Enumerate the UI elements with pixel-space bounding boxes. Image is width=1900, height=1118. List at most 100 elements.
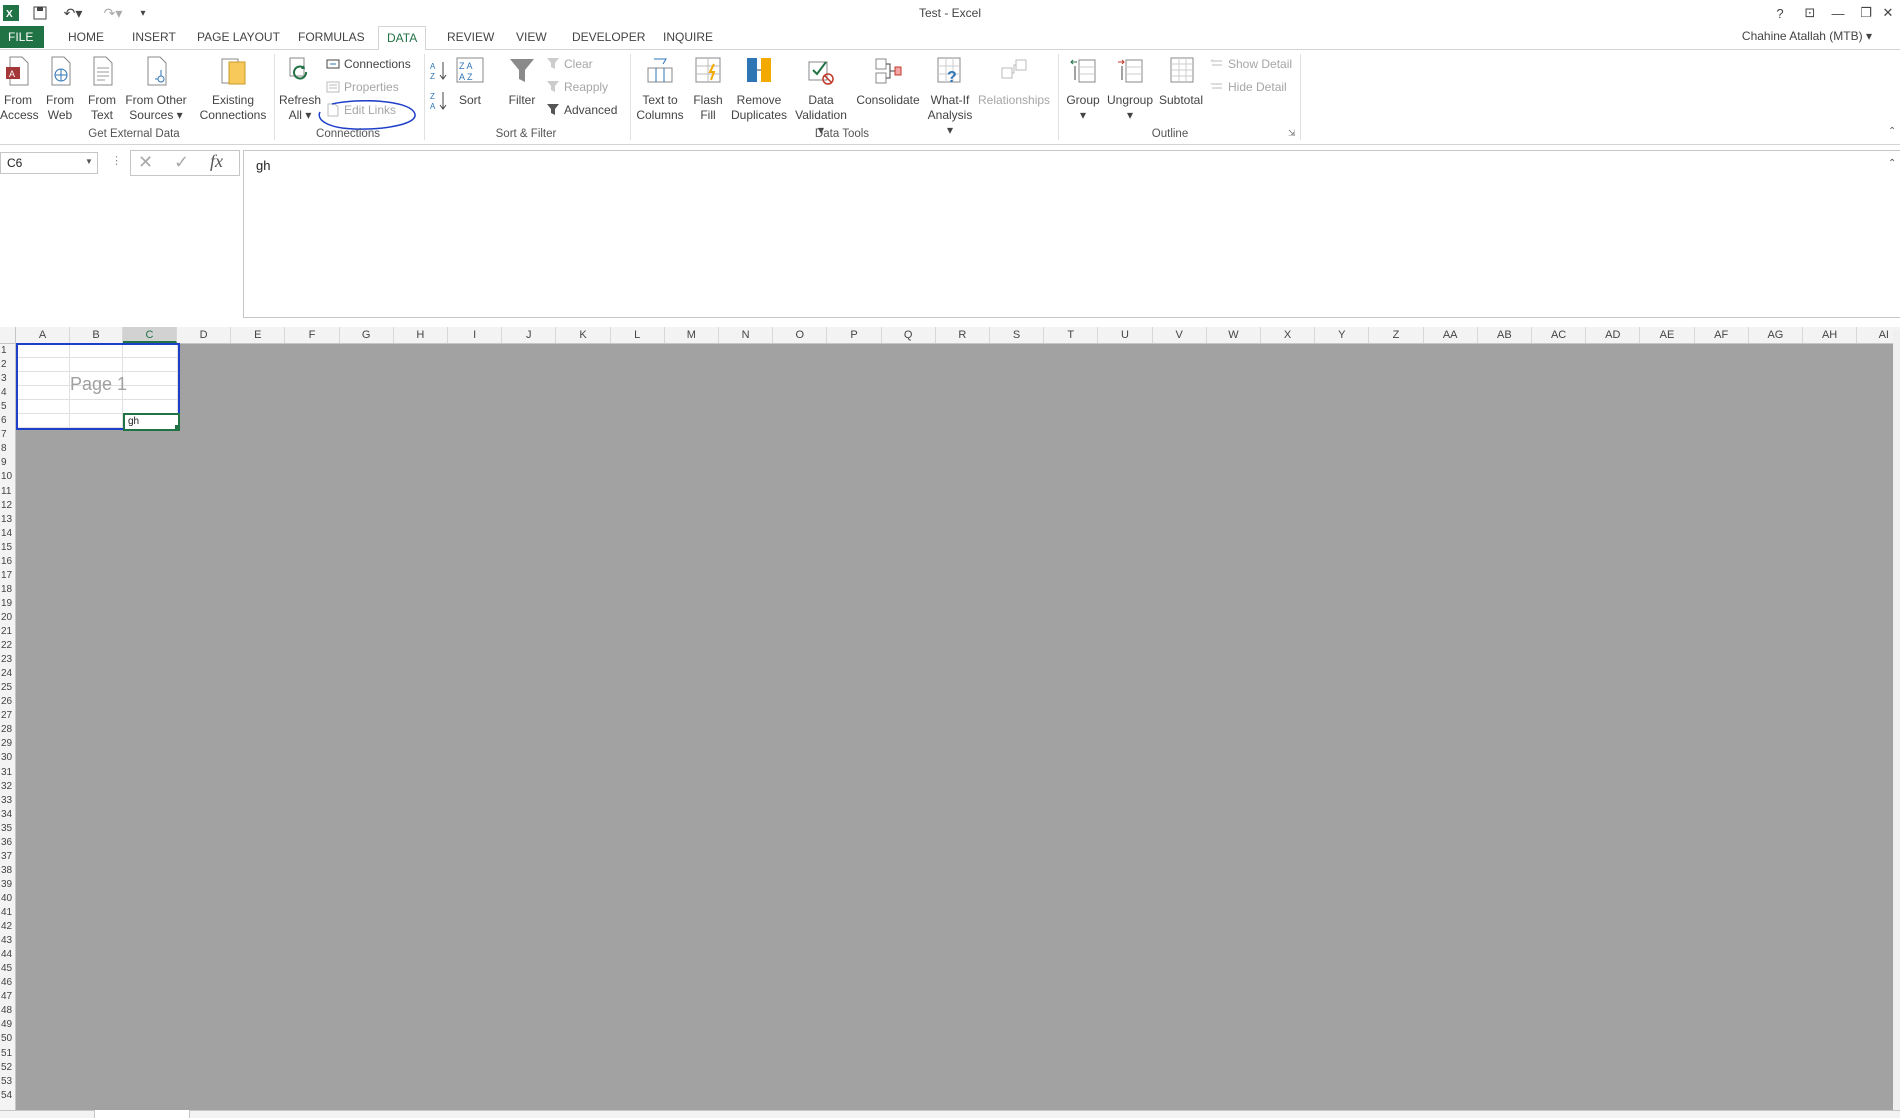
row-header-35[interactable]: 35	[0, 822, 15, 836]
show-detail-button[interactable]: + Show Detail	[1210, 54, 1292, 74]
column-header-af[interactable]: AF	[1695, 327, 1749, 343]
column-header-j[interactable]: J	[502, 327, 557, 343]
outline-dialog-launcher-icon[interactable]: ⇲	[1288, 128, 1296, 139]
column-header-p[interactable]: P	[827, 327, 882, 343]
row-header-48[interactable]: 48	[0, 1004, 15, 1018]
from-text-button[interactable]: From Text	[84, 56, 120, 123]
select-all-corner[interactable]	[0, 327, 16, 343]
tab-page-layout[interactable]: PAGE LAYOUT	[189, 26, 288, 48]
sort-button[interactable]: Z AA Z Sort	[452, 56, 488, 108]
row-header-9[interactable]: 9	[0, 456, 15, 470]
from-access-button[interactable]: A From Access	[0, 56, 39, 123]
row-header-23[interactable]: 23	[0, 653, 15, 667]
row-header-4[interactable]: 4	[0, 386, 15, 400]
column-header-a[interactable]: A	[16, 327, 70, 343]
existing-connections-button[interactable]: Existing Connections	[198, 56, 268, 123]
confirm-entry-icon[interactable]: ✓	[174, 152, 189, 173]
column-header-w[interactable]: W	[1207, 327, 1261, 343]
row-header-16[interactable]: 16	[0, 555, 15, 569]
subtotal-button[interactable]: Subtotal	[1156, 56, 1206, 108]
row-header-2[interactable]: 2	[0, 358, 15, 372]
row-header-21[interactable]: 21	[0, 625, 15, 639]
column-header-f[interactable]: F	[285, 327, 340, 343]
from-other-sources-button[interactable]: From Other Sources ▾	[124, 56, 188, 123]
column-header-n[interactable]: N	[719, 327, 774, 343]
row-header-24[interactable]: 24	[0, 667, 15, 681]
row-header-39[interactable]: 39	[0, 878, 15, 892]
row-header-17[interactable]: 17	[0, 569, 15, 583]
column-header-k[interactable]: K	[556, 327, 611, 343]
row-header-8[interactable]: 8	[0, 442, 15, 456]
column-header-s[interactable]: S	[990, 327, 1045, 343]
column-header-ac[interactable]: AC	[1532, 327, 1587, 343]
row-header-41[interactable]: 41	[0, 906, 15, 920]
column-header-ah[interactable]: AH	[1803, 327, 1858, 343]
column-header-d[interactable]: D	[177, 327, 232, 343]
column-header-r[interactable]: R	[936, 327, 990, 343]
ribbon-display-options-icon[interactable]: ⊡	[1796, 2, 1824, 24]
row-header-34[interactable]: 34	[0, 808, 15, 822]
row-header-36[interactable]: 36	[0, 836, 15, 850]
row-header-15[interactable]: 15	[0, 541, 15, 555]
column-header-t[interactable]: T	[1044, 327, 1099, 343]
column-header-v[interactable]: V	[1153, 327, 1207, 343]
what-if-analysis-button[interactable]: ? What-If Analysis ▾	[926, 56, 974, 138]
row-header-42[interactable]: 42	[0, 920, 15, 934]
column-header-ag[interactable]: AG	[1749, 327, 1803, 343]
tab-inquire[interactable]: INQUIRE	[655, 26, 721, 48]
row-header-6[interactable]: 6	[0, 414, 15, 428]
tab-review[interactable]: REVIEW	[439, 26, 502, 48]
row-header-49[interactable]: 49	[0, 1018, 15, 1032]
row-header-18[interactable]: 18	[0, 583, 15, 597]
sort-z-a-button[interactable]: ZA	[428, 90, 450, 116]
consolidate-button[interactable]: Consolidate	[854, 56, 922, 108]
tab-data[interactable]: DATA	[378, 26, 427, 51]
row-header-20[interactable]: 20	[0, 611, 15, 625]
worksheet-area[interactable]	[16, 344, 1894, 1110]
row-header-12[interactable]: 12	[0, 499, 15, 513]
row-header-3[interactable]: 3	[0, 372, 15, 386]
name-box-dropdown-icon[interactable]: ▼	[85, 157, 93, 166]
column-header-y[interactable]: Y	[1315, 327, 1370, 343]
row-header-19[interactable]: 19	[0, 597, 15, 611]
row-header-31[interactable]: 31	[0, 766, 15, 780]
column-header-ae[interactable]: AE	[1640, 327, 1695, 343]
row-header-1[interactable]: 1	[0, 344, 15, 358]
properties-button[interactable]: Properties	[326, 77, 399, 97]
column-header-ad[interactable]: AD	[1586, 327, 1641, 343]
advanced-filter-button[interactable]: Advanced	[546, 100, 617, 120]
row-header-33[interactable]: 33	[0, 794, 15, 808]
column-header-l[interactable]: L	[611, 327, 665, 343]
row-header-7[interactable]: 7	[0, 428, 15, 442]
column-header-x[interactable]: X	[1261, 327, 1316, 343]
row-header-28[interactable]: 28	[0, 723, 15, 737]
row-header-22[interactable]: 22	[0, 639, 15, 653]
column-header-u[interactable]: U	[1098, 327, 1153, 343]
row-header-32[interactable]: 32	[0, 780, 15, 794]
row-header-11[interactable]: 11	[0, 485, 15, 499]
row-header-29[interactable]: 29	[0, 737, 15, 751]
text-to-columns-button[interactable]: Text to Columns	[634, 56, 686, 123]
row-header-25[interactable]: 25	[0, 681, 15, 695]
vertical-scrollbar[interactable]	[1893, 330, 1900, 1110]
row-header-26[interactable]: 26	[0, 695, 15, 709]
active-cell[interactable]: gh	[123, 413, 180, 431]
tab-formulas[interactable]: FORMULAS	[290, 26, 373, 48]
row-header-13[interactable]: 13	[0, 513, 15, 527]
row-header-50[interactable]: 50	[0, 1032, 15, 1046]
name-box[interactable]: C6 ▼	[0, 152, 98, 174]
minimize-button[interactable]: —	[1824, 2, 1852, 24]
flash-fill-button[interactable]: Flash Fill	[690, 56, 726, 123]
tab-insert[interactable]: INSERT	[124, 26, 184, 48]
row-header-5[interactable]: 5	[0, 400, 15, 414]
tab-developer[interactable]: DEVELOPER	[564, 26, 653, 48]
row-header-53[interactable]: 53	[0, 1075, 15, 1089]
row-header-38[interactable]: 38	[0, 864, 15, 878]
formula-input[interactable]: gh	[243, 150, 1900, 318]
column-header-b[interactable]: B	[70, 327, 123, 343]
column-header-q[interactable]: Q	[882, 327, 936, 343]
row-header-37[interactable]: 37	[0, 850, 15, 864]
collapse-ribbon-icon[interactable]: ⌃	[1888, 126, 1896, 137]
column-header-o[interactable]: O	[773, 327, 828, 343]
column-header-m[interactable]: M	[665, 327, 719, 343]
